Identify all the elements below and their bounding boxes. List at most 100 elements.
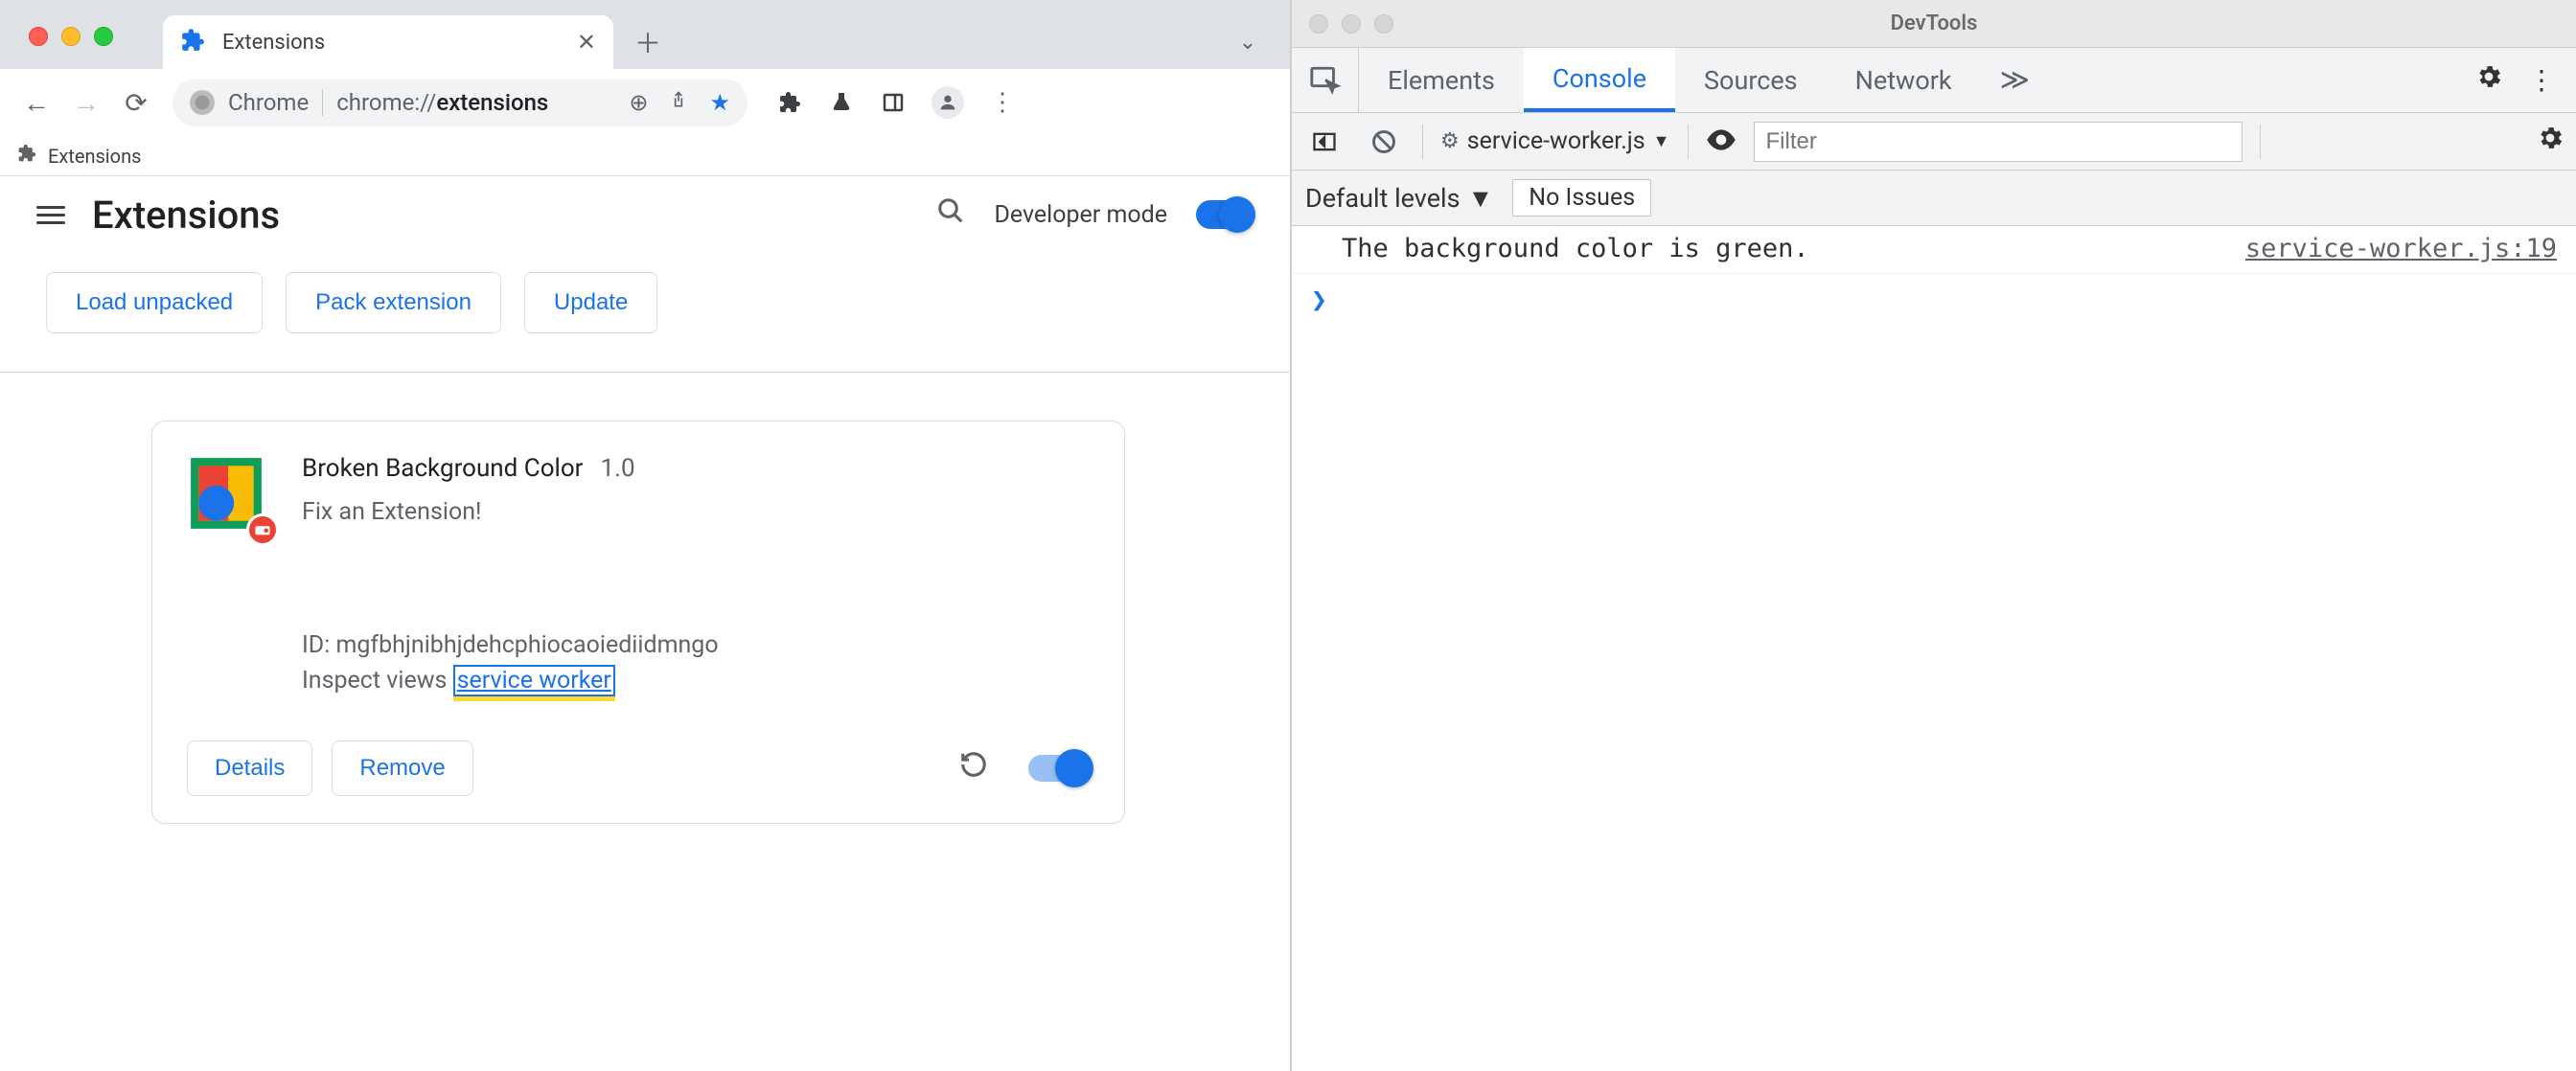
extensions-list: Broken Background Color 1.0 Fix an Exten… xyxy=(0,373,1290,824)
bookmark-star-icon[interactable]: ★ xyxy=(709,89,730,116)
load-unpacked-button[interactable]: Load unpacked xyxy=(46,272,263,333)
log-levels-selector[interactable]: Default levels ▼ xyxy=(1305,183,1493,214)
close-tab-button[interactable]: ✕ xyxy=(577,29,596,56)
console-log-entry: The background color is green. service-w… xyxy=(1292,226,2576,274)
unpacked-badge-icon xyxy=(246,513,279,546)
page-title: Extensions xyxy=(92,193,280,238)
share-icon[interactable] xyxy=(669,88,688,117)
extension-icon-wrap xyxy=(187,454,271,538)
extension-version: 1.0 xyxy=(600,454,634,483)
devtools-window: DevTools Elements Console Sources Networ… xyxy=(1290,0,2576,1071)
extension-description: Fix an Extension! xyxy=(302,498,1090,526)
live-expression-button[interactable] xyxy=(1706,125,1736,158)
inspect-views-row: Inspect views service worker xyxy=(302,667,1090,695)
filter-input[interactable] xyxy=(1754,122,2242,162)
extension-id: ID: mgfbhjnibhjdehcphiocaoiediidmngo xyxy=(302,631,1090,659)
devtools-menu-button[interactable]: ⋮ xyxy=(2528,64,2555,96)
omnibox-actions: ⊕ ★ xyxy=(629,88,730,117)
window-controls xyxy=(29,27,113,46)
console-prompt[interactable]: ❯ xyxy=(1292,274,2576,325)
site-chrome-icon xyxy=(190,90,215,115)
log-message: The background color is green. xyxy=(1342,234,1809,263)
pack-extension-button[interactable]: Pack extension xyxy=(286,272,501,333)
prompt-caret-icon: ❯ xyxy=(1311,284,1327,315)
maximize-window-button[interactable] xyxy=(1374,14,1393,34)
issues-button[interactable]: No Issues xyxy=(1512,179,1651,216)
tabs-overflow-button[interactable]: ≫ xyxy=(1981,48,2049,112)
tab-console[interactable]: Console xyxy=(1524,48,1675,112)
console-output: The background color is green. service-w… xyxy=(1292,226,2576,1071)
developer-actions: Load unpacked Pack extension Update xyxy=(0,253,1290,373)
developer-mode-toggle[interactable] xyxy=(1196,200,1254,229)
labs-flask-icon[interactable] xyxy=(828,89,855,116)
tab-strip: Extensions ✕ ＋ ⌄ xyxy=(0,0,1290,69)
search-icon[interactable] xyxy=(936,196,965,233)
extension-card: Broken Background Color 1.0 Fix an Exten… xyxy=(151,421,1125,824)
browser-toolbar: ← → ⟳ Chrome chrome://extensions ⊕ ★ xyxy=(0,69,1290,136)
tab-elements[interactable]: Elements xyxy=(1359,48,1524,112)
toolbar-separator xyxy=(1688,125,1689,159)
address-bar[interactable]: Chrome chrome://extensions ⊕ ★ xyxy=(172,79,748,126)
bookmark-bar: Extensions xyxy=(0,136,1290,176)
forward-button[interactable]: → xyxy=(67,83,105,122)
tab-network[interactable]: Network xyxy=(1827,48,1981,112)
log-levels-label: Default levels xyxy=(1305,183,1460,214)
omnibox-origin: Chrome xyxy=(228,89,309,116)
minimize-window-button[interactable] xyxy=(1342,14,1361,34)
close-window-button[interactable] xyxy=(1309,14,1328,34)
reload-button[interactable]: ⟳ xyxy=(117,83,155,122)
menu-button[interactable] xyxy=(36,206,65,224)
update-button[interactable]: Update xyxy=(524,272,657,333)
console-toolbar: ⚙ service-worker.js ▼ xyxy=(1292,113,2576,171)
back-button[interactable]: ← xyxy=(17,83,56,122)
maximize-window-button[interactable] xyxy=(94,27,113,46)
details-button[interactable]: Details xyxy=(187,741,312,796)
devtools-titlebar: DevTools xyxy=(1292,0,2576,48)
chrome-window: Extensions ✕ ＋ ⌄ ← → ⟳ Chrome chrome://e… xyxy=(0,0,1290,1071)
new-tab-button[interactable]: ＋ xyxy=(629,23,667,61)
chrome-menu-button[interactable]: ⋮ xyxy=(989,89,1016,116)
extensions-puzzle-icon[interactable] xyxy=(776,89,803,116)
context-selector[interactable]: ⚙ service-worker.js ▼ xyxy=(1440,127,1670,155)
remove-button[interactable]: Remove xyxy=(332,741,472,796)
developer-mode-label: Developer mode xyxy=(994,201,1167,229)
zoom-icon[interactable]: ⊕ xyxy=(629,89,648,116)
minimize-window-button[interactable] xyxy=(61,27,80,46)
omnibox-url-path: extensions xyxy=(436,89,548,116)
toolbar-actions: ⋮ xyxy=(776,86,1016,119)
bookmark-extension-icon xyxy=(17,144,36,168)
omnibox-divider xyxy=(322,89,323,116)
service-worker-link[interactable]: service worker xyxy=(453,665,615,696)
inspect-element-button[interactable] xyxy=(1292,48,1359,112)
chevron-down-icon: ▼ xyxy=(1468,183,1494,214)
inspect-views-label: Inspect views xyxy=(302,667,453,695)
context-gear-icon: ⚙ xyxy=(1440,129,1460,153)
extension-enable-toggle[interactable] xyxy=(1028,755,1090,782)
toggle-console-sidebar-button[interactable] xyxy=(1303,121,1346,163)
omnibox-url: chrome://extensions xyxy=(336,89,548,116)
extension-icon xyxy=(180,28,205,57)
tabs-dropdown-button[interactable]: ⌄ xyxy=(1229,23,1267,61)
extension-name: Broken Background Color xyxy=(302,454,583,483)
profile-avatar-button[interactable] xyxy=(932,86,964,119)
clear-console-button[interactable] xyxy=(1363,121,1405,163)
devtools-title: DevTools xyxy=(1891,11,1978,35)
toolbar-separator xyxy=(1422,125,1423,159)
omnibox-url-prefix: chrome:// xyxy=(336,89,436,116)
settings-gear-icon[interactable] xyxy=(2474,62,2503,99)
tab-title: Extensions xyxy=(222,31,325,55)
chevron-down-icon: ▼ xyxy=(1653,131,1670,151)
close-window-button[interactable] xyxy=(29,27,48,46)
side-panel-icon[interactable] xyxy=(880,89,907,116)
toolbar-separator xyxy=(2260,125,2261,159)
context-label: service-worker.js xyxy=(1467,127,1645,155)
browser-tab[interactable]: Extensions ✕ xyxy=(163,15,613,69)
extensions-header: Extensions Developer mode xyxy=(0,176,1290,253)
devtools-tab-bar: Elements Console Sources Network ≫ ⋮ xyxy=(1292,48,2576,113)
devtools-window-controls xyxy=(1309,14,1393,34)
bookmark-item[interactable]: Extensions xyxy=(48,145,141,168)
reload-extension-button[interactable] xyxy=(959,750,988,786)
console-settings-button[interactable] xyxy=(2536,124,2564,160)
log-source-link[interactable]: service-worker.js:19 xyxy=(2245,234,2557,263)
tab-sources[interactable]: Sources xyxy=(1675,48,1827,112)
